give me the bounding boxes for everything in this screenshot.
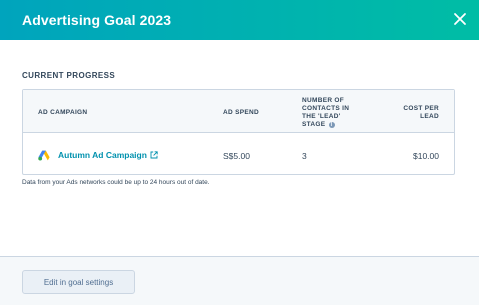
column-header-contacts: NUMBER OF CONTACTS IN THE 'LEAD' STAGE i	[302, 97, 362, 129]
campaign-cell: Autumn Ad Campaign	[38, 149, 158, 161]
external-link-icon[interactable]	[150, 151, 158, 159]
table-header: AD CAMPAIGN AD SPEND NUMBER OF CONTACTS …	[23, 90, 454, 133]
column-header-spend: AD SPEND	[223, 109, 259, 116]
column-header-campaign: AD CAMPAIGN	[38, 109, 88, 116]
data-disclaimer: Data from your Ads networks could be up …	[22, 179, 210, 186]
modal-header: Advertising Goal 2023	[0, 0, 479, 40]
campaign-link[interactable]: Autumn Ad Campaign	[58, 150, 147, 160]
cost-per-lead-value: $10.00	[413, 151, 439, 161]
column-header-cost: COST PER LEAD	[403, 105, 439, 120]
google-ads-icon	[38, 150, 50, 160]
modal-title: Advertising Goal 2023	[22, 12, 172, 28]
modal-footer: Edit in goal settings	[0, 256, 479, 305]
contacts-value: 3	[302, 151, 307, 161]
column-header-contacts-label: NUMBER OF CONTACTS IN THE 'LEAD' STAGE	[302, 97, 350, 128]
table-row: Autumn Ad Campaign S$5.00 3 $10.00	[23, 133, 454, 175]
progress-table: AD CAMPAIGN AD SPEND NUMBER OF CONTACTS …	[22, 89, 455, 175]
close-icon[interactable]	[451, 10, 469, 28]
edit-goal-settings-button[interactable]: Edit in goal settings	[22, 270, 135, 294]
ad-spend-value: S$5.00	[223, 151, 250, 161]
section-label: CURRENT PROGRESS	[22, 71, 116, 80]
info-icon[interactable]: i	[328, 122, 335, 128]
